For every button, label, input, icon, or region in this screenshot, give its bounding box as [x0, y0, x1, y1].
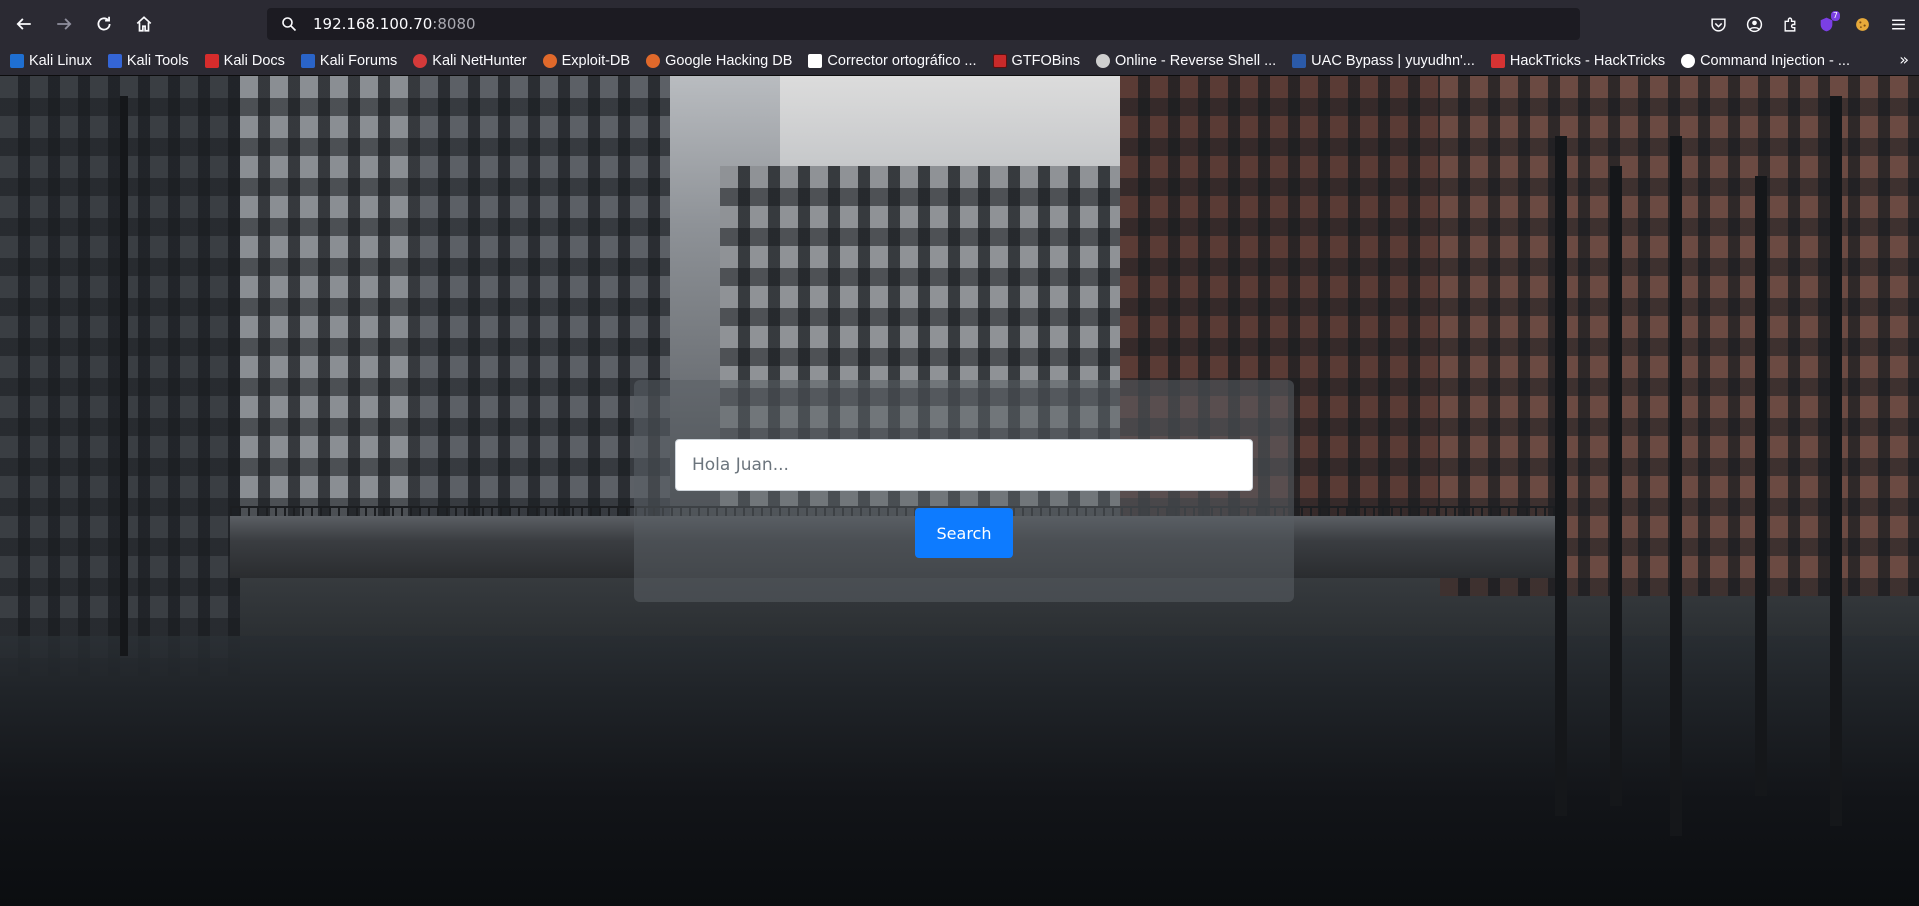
bookmark-kali-tools[interactable]: Kali Tools — [98, 49, 195, 73]
bookmarks-overflow-chevron-icon[interactable]: » — [1899, 50, 1909, 69]
back-button[interactable] — [6, 6, 42, 42]
url-port: :8080 — [432, 15, 476, 33]
home-icon — [136, 15, 152, 32]
home-button[interactable] — [126, 6, 162, 42]
ghdb-icon — [646, 54, 661, 68]
bookmark-kali-linux[interactable]: Kali Linux — [0, 49, 98, 73]
bookmark-label: Kali Tools — [126, 53, 189, 69]
command-injection-icon — [1681, 54, 1696, 68]
bookmark-label: Command Injection - ... — [1700, 53, 1850, 69]
background-building-left-3 — [420, 76, 670, 546]
extension-badge: 7 — [1830, 11, 1840, 21]
background-canal-water — [0, 636, 1919, 906]
bookmark-label: Kali Forums — [319, 53, 398, 69]
search-icon — [282, 17, 297, 32]
browser-toolbar: 192.168.100.70:8080 7 — [0, 0, 1919, 47]
extensions-button[interactable] — [1775, 9, 1805, 39]
background-pole — [1830, 96, 1842, 826]
bookmark-label: Google Hacking DB — [665, 53, 793, 69]
bookmark-label: UAC Bypass | yuyudhn'... — [1311, 53, 1475, 69]
bookmark-label: Online - Reverse Shell ... — [1114, 53, 1277, 69]
kali-docs-icon — [204, 54, 219, 68]
hacktricks-icon — [1490, 54, 1505, 68]
bookmark-label: Corrector ortográfico ... — [827, 53, 977, 69]
background-building-left-2 — [240, 76, 420, 556]
bookmark-command-injection[interactable]: Command Injection - ... — [1671, 49, 1856, 73]
bookmark-exploit-db[interactable]: Exploit-DB — [533, 49, 637, 73]
arrow-right-icon — [57, 17, 72, 30]
reload-icon — [97, 16, 111, 30]
bookmark-uac-bypass[interactable]: UAC Bypass | yuyudhn'... — [1282, 49, 1481, 73]
kali-dragon-icon — [10, 54, 24, 68]
account-icon — [1746, 16, 1762, 32]
nethunter-icon — [413, 54, 428, 68]
background-pole — [1755, 176, 1767, 796]
background-sky — [780, 76, 1140, 166]
bookmark-google-hacking-db[interactable]: Google Hacking DB — [636, 49, 798, 73]
bookmark-kali-forums[interactable]: Kali Forums — [291, 49, 403, 73]
search-input[interactable] — [675, 439, 1253, 491]
cookie-icon — [1855, 17, 1869, 31]
url-bar[interactable]: 192.168.100.70:8080 — [267, 8, 1580, 40]
bookmark-label: Kali NetHunter — [432, 53, 527, 69]
background-pole — [1610, 166, 1622, 806]
bookmark-label: GTFOBins — [1011, 53, 1080, 69]
pocket-button[interactable] — [1703, 9, 1733, 39]
app-menu-button[interactable] — [1883, 9, 1913, 39]
background-pole — [1555, 136, 1567, 816]
bookmark-hacktricks[interactable]: HackTricks - HackTricks — [1481, 49, 1671, 73]
bookmark-label: HackTricks - HackTricks — [1509, 53, 1666, 69]
search-button[interactable]: Search — [915, 508, 1013, 558]
background-pole — [1670, 136, 1682, 836]
search-card — [634, 380, 1294, 602]
background-pole — [120, 96, 128, 656]
uac-bypass-icon — [1292, 54, 1307, 68]
bookmark-label: Kali Docs — [223, 53, 285, 69]
bookmark-corrector[interactable]: Corrector ortográfico ... — [798, 49, 982, 73]
pocket-icon — [1710, 17, 1726, 32]
exploit-db-icon — [542, 54, 557, 68]
skull-icon — [1095, 54, 1110, 68]
forward-button[interactable] — [46, 6, 82, 42]
extension-shield-button[interactable]: 7 — [1811, 9, 1841, 39]
bookmark-reverse-shell[interactable]: Online - Reverse Shell ... — [1086, 49, 1282, 73]
account-button[interactable] — [1739, 9, 1769, 39]
arrow-left-icon — [16, 17, 31, 30]
reload-button[interactable] — [86, 6, 122, 42]
url-host: 192.168.100.70 — [313, 15, 433, 33]
bookmarks-bar: Kali Linux Kali Tools Kali Docs Kali For… — [0, 47, 1919, 76]
bookmark-gtfobins[interactable]: GTFOBins — [983, 49, 1086, 73]
gtfobins-icon — [992, 54, 1007, 68]
kali-tools-icon — [107, 54, 122, 68]
puzzle-icon — [1783, 17, 1795, 32]
bookmark-kali-docs[interactable]: Kali Docs — [195, 49, 291, 73]
hamburger-menu-icon — [1891, 18, 1905, 30]
bookmark-label: Kali Linux — [29, 53, 92, 69]
bookmark-label: Exploit-DB — [561, 53, 631, 69]
bookmark-kali-nethunter[interactable]: Kali NetHunter — [403, 49, 532, 73]
corrector-icon — [808, 54, 823, 68]
kali-forums-icon — [300, 54, 315, 68]
toolbar-actions: 7 — [1703, 8, 1913, 40]
cookie-extension-button[interactable] — [1847, 9, 1877, 39]
